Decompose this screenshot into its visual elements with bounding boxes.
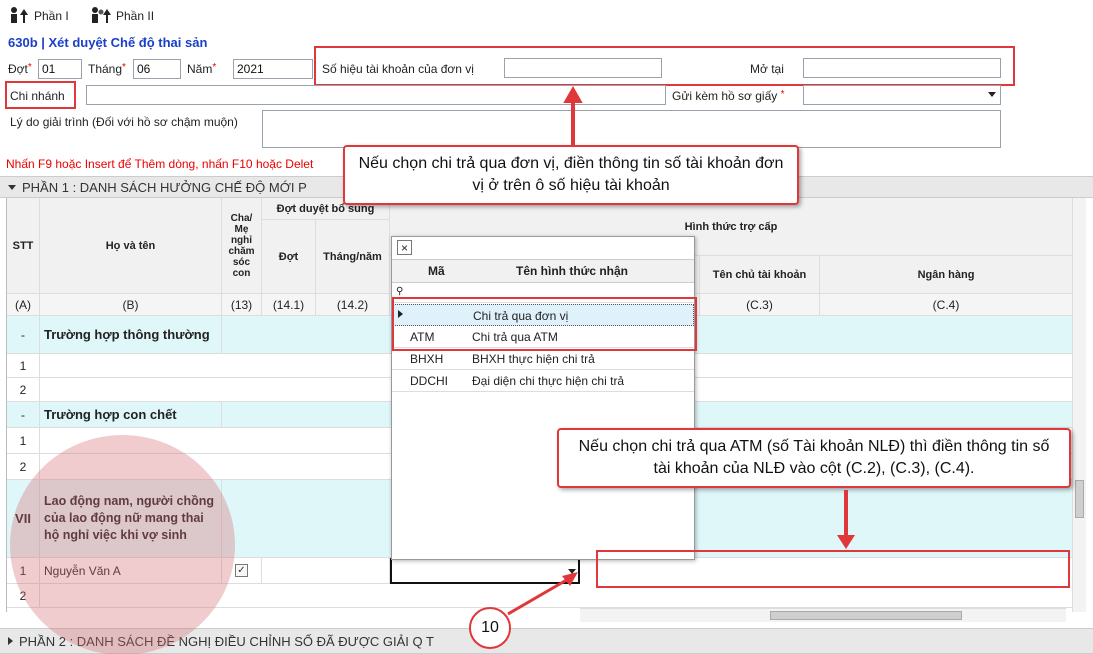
lookup-popup: × Mã Tên hình thức nhận ⚲ Chi trả qua đơ… xyxy=(391,236,695,560)
table-row-group[interactable]: Trường hợp con chết xyxy=(40,402,222,428)
col-name: Họ và tên xyxy=(40,198,222,294)
supplement-cell[interactable] xyxy=(262,558,390,584)
table-row-stt: 1 xyxy=(7,428,40,454)
chevron-down-icon xyxy=(988,92,996,97)
attach-label-text: Gửi kèm hồ sơ giấy xyxy=(672,89,778,103)
part1-label: Phần I xyxy=(34,9,69,23)
col-bank: Ngân hàng xyxy=(820,256,1072,294)
col-dot: Đợt xyxy=(262,220,316,294)
table-row-stt: - xyxy=(7,316,40,354)
code-c3: (C.3) xyxy=(700,294,820,316)
branch-highlight xyxy=(5,81,76,109)
thang-input[interactable]: 06 xyxy=(133,59,181,79)
col-stt: STT xyxy=(7,198,40,294)
dot-label: Đợt* xyxy=(8,62,32,76)
collapse-icon xyxy=(8,184,16,190)
atm-columns-highlight xyxy=(596,550,1070,588)
table-row-stt: 2 xyxy=(7,584,40,608)
item-code: BHXH xyxy=(410,352,444,366)
callout-atm: Nếu chọn chi trả qua ATM (số Tài khoản N… xyxy=(557,428,1071,488)
table-row-stt: 2 xyxy=(7,454,40,480)
parent-leave-cell: ✓ xyxy=(222,558,262,584)
popup-header: Mã Tên hình thức nhận xyxy=(392,259,694,283)
thang-label: Tháng* xyxy=(88,62,126,76)
branch-input[interactable] xyxy=(86,85,666,105)
nam-label: Năm* xyxy=(187,62,217,76)
code-b: (B) xyxy=(40,294,222,316)
step-badge: 10 xyxy=(469,607,511,649)
scroll-thumb[interactable] xyxy=(770,611,962,620)
toolbar: Phần I Phần II xyxy=(0,0,1093,32)
code-c4: (C.4) xyxy=(820,294,1072,316)
code-13: (13) xyxy=(222,294,262,316)
part1-button[interactable]: Phần I xyxy=(8,6,69,26)
attach-select[interactable] xyxy=(803,85,1001,105)
nam-input[interactable]: 2021 xyxy=(233,59,313,79)
col-month-year: Tháng/năm xyxy=(316,220,390,294)
reason-textarea[interactable] xyxy=(262,110,1001,148)
vertical-scrollbar[interactable] xyxy=(1072,198,1086,612)
code-14-2: (14.2) xyxy=(316,294,390,316)
dot-input[interactable]: 01 xyxy=(38,59,82,79)
section1-title: PHẦN 1 : DANH SÁCH HƯỞNG CHẾ ĐỘ MỚI P xyxy=(22,179,307,195)
scroll-thumb[interactable] xyxy=(1075,480,1084,518)
close-icon[interactable]: × xyxy=(397,240,412,255)
item-name: BHXH thực hiện chi trả xyxy=(472,352,595,366)
combobox-dropdown-button[interactable] xyxy=(564,561,579,581)
attach-label: Gửi kèm hồ sơ giấy * xyxy=(672,89,785,103)
callout-account: Nếu chọn chi trả qua đơn vị, điền thông … xyxy=(343,145,799,205)
person-group-icon xyxy=(92,7,111,23)
table-row-stt: - xyxy=(7,402,40,428)
dot-label-text: Đợt xyxy=(8,62,28,76)
popup-col-name: Tên hình thức nhận xyxy=(516,264,629,278)
keyboard-hint: Nhấn F9 hoặc Insert để Thêm dòng, nhấn F… xyxy=(6,157,314,171)
table-row-group[interactable]: Trường hợp thông thường xyxy=(40,316,222,354)
part2-label: Phần II xyxy=(116,9,155,23)
part2-button[interactable]: Phần II xyxy=(90,6,154,26)
section2-title: PHẦN 2 : DANH SÁCH ĐỀ NGHỊ ĐIỀU CHỈNH SỐ… xyxy=(19,633,434,649)
parent-leave-checkbox[interactable]: ✓ xyxy=(235,564,248,577)
code-a: (A) xyxy=(7,294,40,316)
table-row-stt: VII xyxy=(7,480,40,558)
section2-header[interactable]: PHẦN 2 : DANH SÁCH ĐỀ NGHỊ ĐIỀU CHỈNH SỐ… xyxy=(0,628,1093,654)
table-row-group[interactable]: Lao động nam, người chồng của lao động n… xyxy=(40,480,222,558)
col-holder: Tên chủ tài khoản xyxy=(700,256,820,294)
popup-item-ddchi[interactable]: DDCHI Đại diện chi thực hiện chi trả xyxy=(392,370,694,392)
reason-label: Lý do giải trình (Đối với hồ sơ chậm muộ… xyxy=(10,115,238,129)
person-up-icon xyxy=(11,7,28,23)
popup-col-code: Mã xyxy=(428,264,445,278)
horizontal-scrollbar[interactable] xyxy=(580,608,1066,622)
table-row-stt: 2 xyxy=(7,378,40,402)
popup-options-highlight xyxy=(392,297,697,351)
form-title: 630b | Xét duyệt Chế độ thai sản xyxy=(8,35,208,50)
expand-icon xyxy=(8,637,13,645)
thang-label-text: Tháng xyxy=(88,62,123,76)
attach-dropdown-button[interactable] xyxy=(988,85,1000,105)
allowance-form-combobox[interactable] xyxy=(390,558,580,584)
item-name: Đại diện chi thực hiện chi trả xyxy=(472,374,625,388)
nam-label-text: Năm xyxy=(187,62,213,76)
item-code: DDCHI xyxy=(410,374,448,388)
table-row-name[interactable]: Nguyễn Văn A xyxy=(40,558,222,584)
table-row-stt: 1 xyxy=(7,354,40,378)
code-14-1: (14.1) xyxy=(262,294,316,316)
filter-icon: ⚲ xyxy=(396,286,404,297)
col-parent-leave: Cha/ Mẹ nghỉ chăm sóc con xyxy=(222,198,262,294)
account-highlight xyxy=(314,46,1015,86)
chevron-down-icon xyxy=(568,569,576,574)
table-row-stt: 1 xyxy=(7,558,40,584)
popup-item-bhxh[interactable]: BHXH BHXH thực hiện chi trả xyxy=(392,348,694,370)
